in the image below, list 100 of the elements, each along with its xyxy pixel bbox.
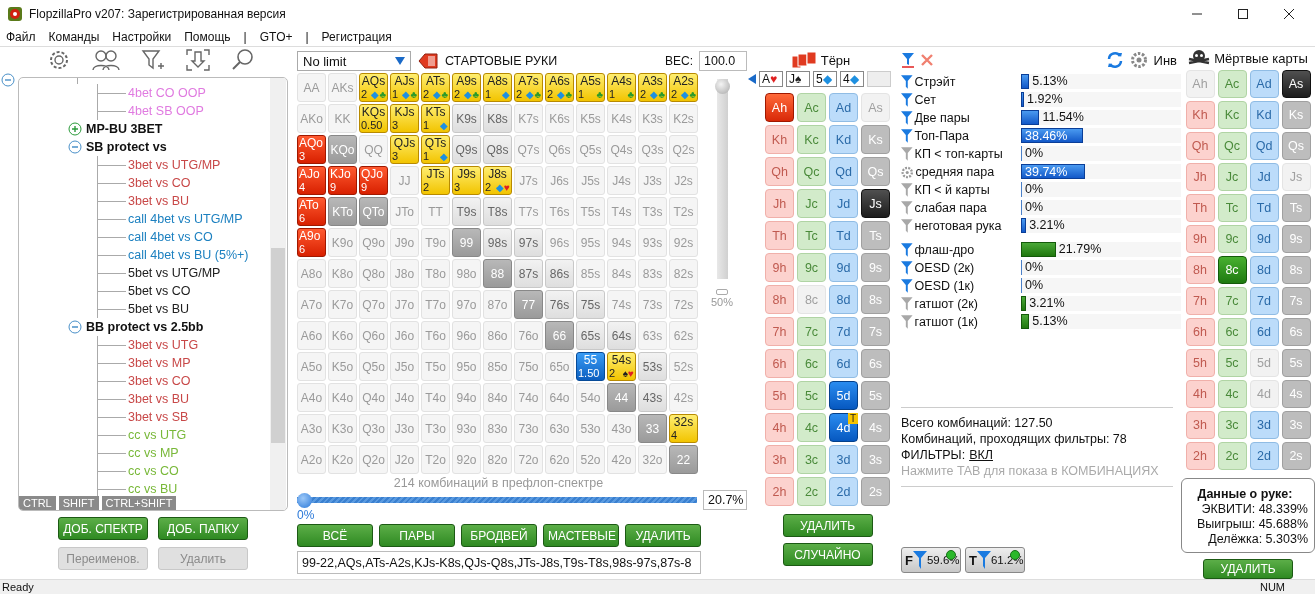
- filter-icon[interactable]: [901, 315, 913, 329]
- stat-label[interactable]: Две пары: [914, 111, 1019, 125]
- hand-cell[interactable]: QJs 3: [390, 135, 419, 164]
- card-button[interactable]: 9h: [765, 253, 794, 282]
- hand-cell[interactable]: T7o: [421, 290, 450, 319]
- tree-folder[interactable]: MP-BU 3BET: [86, 122, 163, 136]
- card-button[interactable]: 2s: [1281, 441, 1311, 470]
- filter-icon[interactable]: [901, 111, 913, 125]
- hand-cell[interactable]: 85s: [576, 259, 605, 288]
- tree-item[interactable]: 4bet SB OOP: [128, 104, 204, 118]
- tree-item[interactable]: 5bet vs UTG/MP: [128, 266, 221, 280]
- hand-cell[interactable]: Q8s: [483, 135, 512, 164]
- hand-cell[interactable]: 83s: [638, 259, 667, 288]
- hand-cell[interactable]: ATs 2 ◆♣: [421, 73, 450, 102]
- hand-cell[interactable]: 54s 2 ♠♥: [607, 352, 636, 381]
- filter-icon[interactable]: [901, 147, 913, 161]
- stat-label[interactable]: слабая пара: [914, 201, 1019, 215]
- hand-cell[interactable]: T3o: [421, 414, 450, 443]
- board-card[interactable]: 4◆: [840, 71, 864, 87]
- stat-label[interactable]: OESD (2к): [914, 261, 1019, 275]
- hand-cell[interactable]: Q9s: [452, 135, 481, 164]
- card-button[interactable]: Jd: [1249, 162, 1279, 191]
- hand-cell[interactable]: A6o: [297, 321, 326, 350]
- hand-cell[interactable]: 97o: [452, 290, 481, 319]
- stat-label[interactable]: Стрэйт: [914, 75, 1019, 89]
- card-button[interactable]: 3s: [861, 445, 890, 474]
- tree-item[interactable]: 3bet vs MP: [128, 356, 191, 370]
- range-text-field[interactable]: 99-22,AQs,ATs-A2s,KJs-K8s,QJs-Q8s,JTs-J8s,T9s-T8s,98s-97s,87s-8: [297, 551, 701, 574]
- hand-cell[interactable]: J7s: [514, 166, 543, 195]
- card-button[interactable]: 5c: [797, 381, 826, 410]
- card-button[interactable]: Jh: [1185, 162, 1215, 191]
- card-button[interactable]: 4h: [765, 413, 794, 442]
- hand-cell[interactable]: 97s: [514, 228, 543, 257]
- hand-cell[interactable]: J8o: [390, 259, 419, 288]
- stat-label[interactable]: КП < топ-карты: [914, 147, 1019, 161]
- hand-cell[interactable]: J9s 3: [452, 166, 481, 195]
- hand-cell[interactable]: 73o: [514, 414, 543, 443]
- hand-cell[interactable]: KJs 3: [390, 104, 419, 133]
- filter-icon[interactable]: [901, 75, 913, 89]
- card-button[interactable]: 6c: [1217, 317, 1247, 346]
- hand-cell[interactable]: 88: [483, 259, 512, 288]
- card-button[interactable]: Th: [765, 221, 794, 250]
- hand-cell[interactable]: 76s: [545, 290, 574, 319]
- tree-item[interactable]: 3bet vs UTG/MP: [128, 158, 221, 172]
- card-button[interactable]: 7c: [797, 317, 826, 346]
- hand-cell[interactable]: K3o: [328, 414, 357, 443]
- card-button[interactable]: 9s: [861, 253, 890, 282]
- hand-cell[interactable]: 82s: [669, 259, 698, 288]
- hand-cell[interactable]: 42s: [669, 383, 698, 412]
- card-button[interactable]: 9s: [1281, 224, 1311, 253]
- hand-cell[interactable]: Q7s: [514, 135, 543, 164]
- card-button[interactable]: 9c: [1217, 224, 1247, 253]
- hand-cell[interactable]: 54o: [576, 383, 605, 412]
- hand-cell[interactable]: J2o: [390, 445, 419, 474]
- hand-cell[interactable]: A8s 1 ◆: [483, 73, 512, 102]
- hand-cell[interactable]: 33: [638, 414, 667, 443]
- card-button[interactable]: Jc: [797, 189, 826, 218]
- card-button[interactable]: 7d: [829, 317, 858, 346]
- hand-cell[interactable]: 99: [452, 228, 481, 257]
- settings-icon[interactable]: [47, 48, 71, 72]
- hand-cell[interactable]: 44: [607, 383, 636, 412]
- hand-cell[interactable]: J3s: [638, 166, 667, 195]
- card-button[interactable]: 2d: [829, 477, 858, 506]
- hand-cell[interactable]: 65s: [576, 321, 605, 350]
- hand-cell[interactable]: J7o: [390, 290, 419, 319]
- card-button[interactable]: 6s: [861, 349, 890, 378]
- hand-cell[interactable]: 22: [669, 445, 698, 474]
- hand-cell[interactable]: KQs 0.50: [359, 104, 388, 133]
- card-button[interactable]: Td: [1249, 193, 1279, 222]
- card-button[interactable]: 2s: [861, 477, 890, 506]
- hand-cell[interactable]: A3o: [297, 414, 326, 443]
- tree-item[interactable]: 3bet vs UTG: [128, 338, 199, 352]
- settings-icon[interactable]: [901, 165, 914, 179]
- download-box-icon[interactable]: [185, 48, 211, 72]
- card-button[interactable]: 6s: [1281, 317, 1311, 346]
- filter-icon[interactable]: [901, 279, 913, 293]
- hand-cell[interactable]: J6s: [545, 166, 574, 195]
- card-button[interactable]: 6c: [797, 349, 826, 378]
- hand-cell[interactable]: A5o: [297, 352, 326, 381]
- tree-item[interactable]: cc vs MP: [128, 446, 179, 460]
- card-button[interactable]: 4s: [861, 413, 890, 442]
- hand-cell[interactable]: Q5o: [359, 352, 388, 381]
- tree-item[interactable]: call 4bet vs BU (5%+): [128, 248, 249, 262]
- hand-cell[interactable]: T2o: [421, 445, 450, 474]
- hand-cell[interactable]: T9s: [452, 197, 481, 226]
- hand-cell[interactable]: 85o: [483, 352, 512, 381]
- hand-cell[interactable]: A2o: [297, 445, 326, 474]
- tree-folder[interactable]: BB protect vs 2.5bb: [86, 320, 204, 334]
- hand-cell[interactable]: 95s: [576, 228, 605, 257]
- hand-cell[interactable]: TT: [421, 197, 450, 226]
- hand-cell[interactable]: A2s 2 ◆♣: [669, 73, 698, 102]
- filters-link[interactable]: ВКЛ: [969, 448, 993, 462]
- percent-field[interactable]: 20.7%: [703, 490, 747, 510]
- card-button[interactable]: 5s: [1281, 348, 1311, 377]
- hand-cell[interactable]: A6s 2 ◆♣: [545, 73, 574, 102]
- hand-cell[interactable]: 82o: [483, 445, 512, 474]
- hand-cell[interactable]: 96o: [452, 321, 481, 350]
- card-button[interactable]: Qc: [797, 157, 826, 186]
- hand-cell[interactable]: T2s: [669, 197, 698, 226]
- hand-cell[interactable]: 87s: [514, 259, 543, 288]
